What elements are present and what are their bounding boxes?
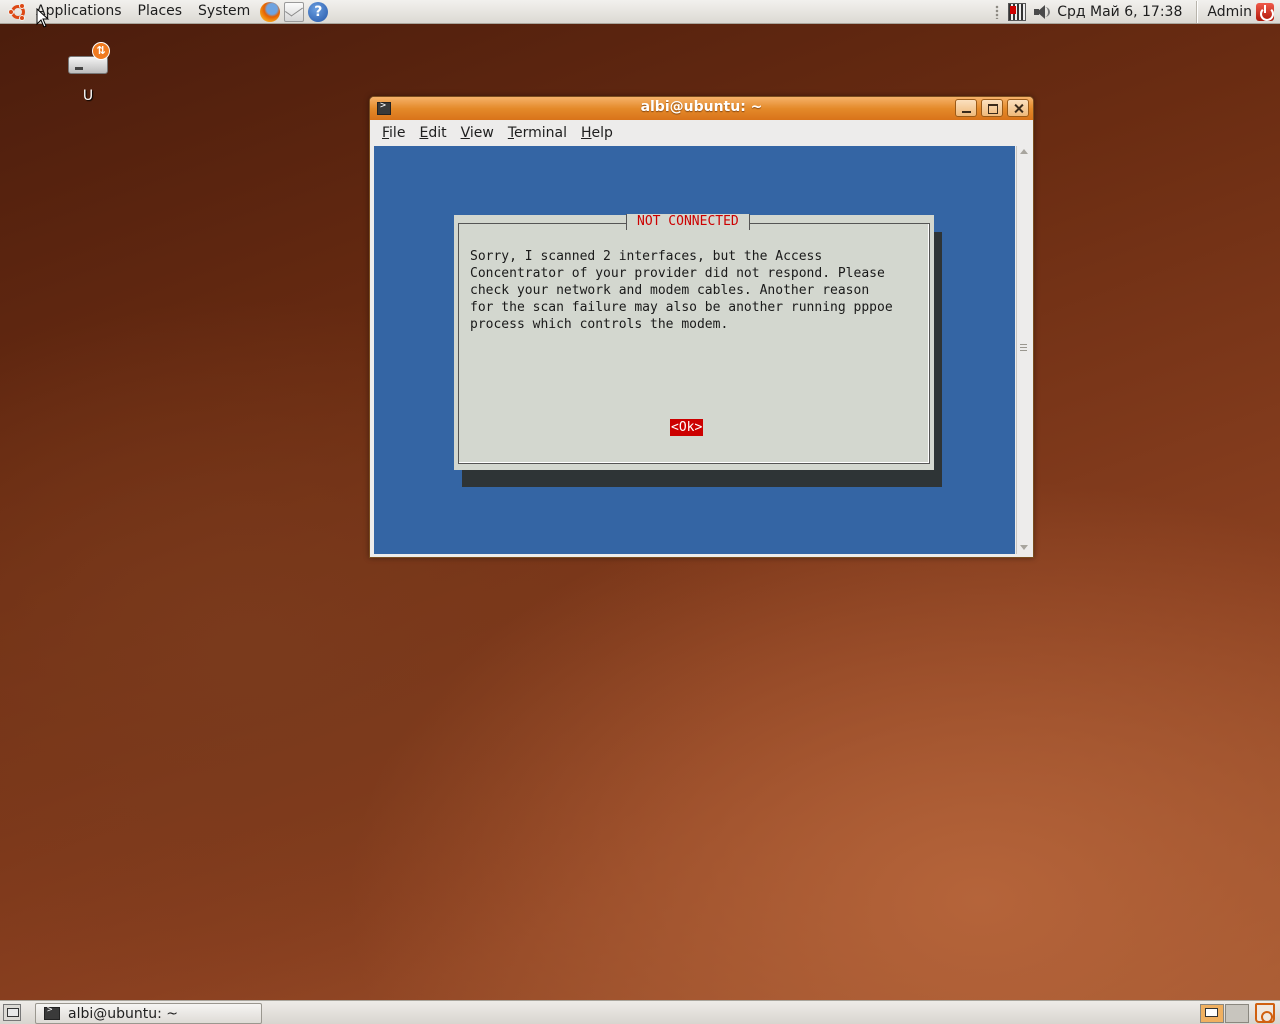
menu-help[interactable]: Help	[574, 125, 620, 141]
clock[interactable]: Срд Май 6, 17:38	[1053, 4, 1190, 20]
bottom-panel: albi@ubuntu: ~	[0, 1000, 1280, 1024]
panel-separator	[1196, 1, 1198, 23]
dialog-message: Sorry, I scanned 2 interfaces, but the A…	[470, 249, 893, 332]
window-title: albi@ubuntu: ~	[640, 99, 763, 115]
desktop-icon-usb-drive[interactable]: ⇅ U	[60, 42, 116, 104]
scroll-down-arrow-icon[interactable]	[1017, 542, 1031, 554]
ubuntu-logo-icon[interactable]	[8, 2, 28, 22]
trash-icon[interactable]	[1255, 1003, 1275, 1023]
scroll-up-arrow-icon[interactable]	[1017, 146, 1031, 158]
scrollbar-grip[interactable]	[1020, 344, 1027, 351]
panel-handle[interactable]	[995, 5, 1000, 19]
taskbar-item-label: albi@ubuntu: ~	[68, 1005, 179, 1022]
close-button[interactable]	[1007, 99, 1029, 117]
menu-places[interactable]: Places	[130, 0, 191, 24]
dialog-title: NOT CONNECTED	[626, 214, 750, 230]
menu-system[interactable]: System	[190, 0, 258, 24]
usb-drive-icon: ⇅	[66, 42, 110, 78]
desktop-icon-label: U	[82, 88, 94, 104]
panel-tray: Срд Май 6, 17:38 Admin	[995, 0, 1280, 24]
workspace-2[interactable]	[1225, 1004, 1249, 1023]
minimize-button[interactable]	[955, 99, 977, 117]
not-connected-dialog: NOT CONNECTED Sorry, I scanned 2 interfa…	[454, 214, 934, 470]
user-switcher[interactable]: Admin	[1203, 4, 1256, 20]
firefox-icon[interactable]	[260, 1, 281, 22]
show-desktop-button[interactable]	[3, 1004, 21, 1021]
menu-view[interactable]: View	[454, 125, 501, 141]
terminal-icon	[44, 1005, 60, 1020]
terminal-window: albi@ubuntu: ~ File Edit View Terminal H…	[369, 96, 1034, 558]
menu-terminal[interactable]: Terminal	[501, 125, 574, 141]
window-titlebar[interactable]: albi@ubuntu: ~	[370, 97, 1033, 120]
menu-edit[interactable]: Edit	[412, 125, 453, 141]
help-icon[interactable]: ?	[308, 1, 329, 22]
network-icon[interactable]	[1008, 3, 1027, 21]
window-controls	[955, 99, 1029, 117]
ok-button[interactable]: <Ok>	[670, 419, 704, 436]
power-icon[interactable]	[1256, 3, 1274, 21]
terminal-scrollbar[interactable]	[1016, 146, 1030, 554]
terminal-screen[interactable]: NOT CONNECTED Sorry, I scanned 2 interfa…	[374, 146, 1015, 554]
volume-icon[interactable]	[1032, 3, 1051, 21]
terminal-menubar: File Edit View Terminal Help	[370, 120, 1033, 145]
taskbar-item-terminal[interactable]: albi@ubuntu: ~	[35, 1003, 262, 1024]
workspace-1[interactable]	[1200, 1004, 1224, 1023]
menu-file[interactable]: File	[375, 125, 412, 141]
top-panel: Applications Places System ? Срд Май 6, …	[0, 0, 1280, 24]
maximize-button[interactable]	[981, 99, 1003, 117]
mail-icon[interactable]	[284, 1, 305, 22]
